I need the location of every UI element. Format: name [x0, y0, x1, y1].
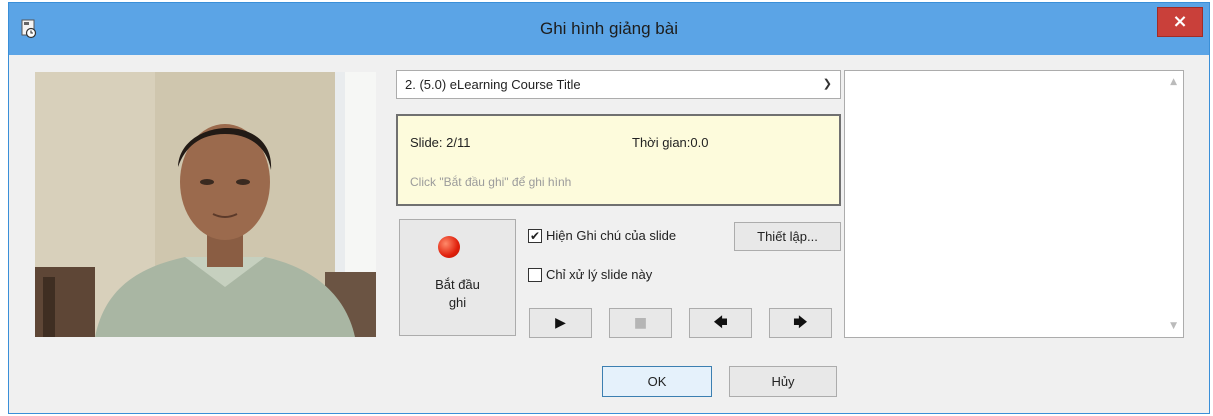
start-recording-label: Bắt đầu ghi: [435, 277, 480, 310]
checkbox-box[interactable]: [528, 268, 542, 282]
elapsed-time: Thời gian:0.0: [632, 135, 709, 150]
record-icon: [438, 236, 460, 258]
ok-button[interactable]: OK: [602, 366, 712, 397]
checkmark-icon[interactable]: ✔: [528, 229, 542, 243]
chevron-down-icon[interactable]: ❯: [823, 71, 832, 98]
close-button[interactable]: ×: [1157, 7, 1203, 37]
status-panel: Slide: 2/11 Thời gian:0.0 Click "Bắt đầu…: [396, 114, 841, 206]
status-hint: Click "Bắt đầu ghi" để ghi hình: [410, 175, 572, 189]
current-slide-only-label: Chỉ xử lý slide này: [546, 267, 653, 282]
previous-slide-button[interactable]: 🡄: [689, 308, 752, 338]
title-bar[interactable]: Ghi hình giảng bài ×: [9, 3, 1209, 55]
stop-button[interactable]: ■: [609, 308, 672, 338]
presentation-select[interactable]: 2. (5.0) eLearning Course Title ❯: [396, 70, 841, 99]
dialog-content: 2. (5.0) eLearning Course Title ❯ Slide:…: [9, 55, 1209, 413]
settings-button[interactable]: Thiết lập...: [734, 222, 841, 251]
current-slide-only-checkbox[interactable]: Chỉ xử lý slide này: [528, 267, 728, 285]
show-notes-checkbox[interactable]: ✔ Hiện Ghi chú của slide: [528, 228, 728, 246]
cancel-button[interactable]: Hủy: [729, 366, 837, 397]
scroll-up-icon[interactable]: ▲: [1170, 77, 1177, 87]
next-slide-button[interactable]: 🡆: [769, 308, 832, 338]
record-lecture-dialog: Ghi hình giảng bài × 2. (5.0) eLearning …: [8, 2, 1210, 414]
presentation-select-value: 2. (5.0) eLearning Course Title: [405, 77, 581, 92]
scroll-down-icon[interactable]: ▼: [1170, 321, 1177, 331]
start-recording-button[interactable]: Bắt đầu ghi: [399, 219, 516, 336]
slide-counter: Slide: 2/11: [410, 135, 471, 150]
arrow-left-icon: 🡄: [713, 315, 728, 331]
show-notes-label: Hiện Ghi chú của slide: [546, 228, 677, 243]
stop-icon: ■: [633, 315, 648, 331]
play-button[interactable]: ▶: [529, 308, 592, 338]
play-icon: ▶: [555, 315, 566, 331]
webcam-preview: [35, 72, 376, 337]
slide-notes-area[interactable]: ▲ ▼: [844, 70, 1184, 338]
arrow-right-icon: 🡆: [793, 315, 808, 331]
dialog-title: Ghi hình giảng bài: [540, 19, 678, 38]
